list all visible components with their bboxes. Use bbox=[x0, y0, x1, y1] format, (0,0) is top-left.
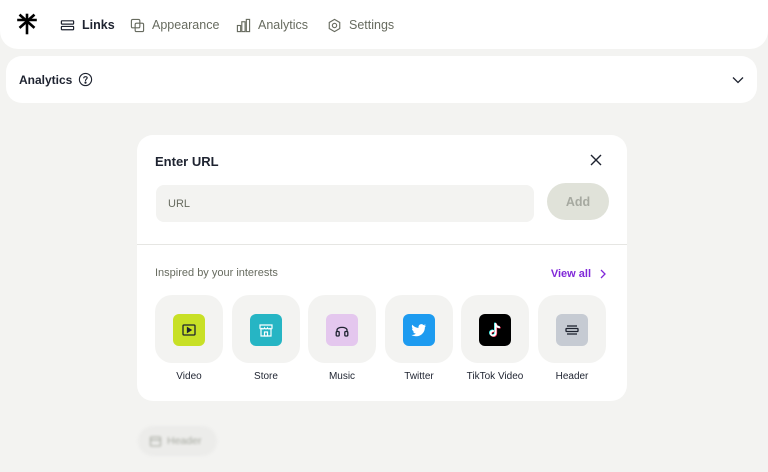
tile-tiktok-video[interactable]: TikTok Video bbox=[461, 295, 529, 382]
modal-title: Enter URL bbox=[155, 154, 219, 169]
links-icon bbox=[60, 19, 75, 30]
tile-video-label: Video bbox=[176, 371, 202, 382]
nav-analytics-label: Analytics bbox=[258, 18, 309, 32]
nav-settings-label: Settings bbox=[349, 18, 395, 32]
header-icon bbox=[556, 314, 588, 346]
tile-music-card[interactable] bbox=[308, 295, 376, 363]
view-all-link[interactable]: View all bbox=[551, 268, 608, 280]
appearance-icon bbox=[130, 18, 145, 32]
tile-store-label: Store bbox=[254, 371, 278, 382]
music-icon bbox=[326, 314, 358, 346]
url-input[interactable] bbox=[156, 185, 534, 222]
help-icon[interactable] bbox=[78, 72, 93, 87]
chevron-right-icon bbox=[600, 269, 606, 279]
store-icon bbox=[250, 314, 282, 346]
tile-header[interactable]: Header bbox=[538, 295, 606, 382]
analytics-icon bbox=[236, 18, 251, 32]
tile-tiktok-video-label: TikTok Video bbox=[466, 371, 524, 382]
analytics-panel[interactable]: Analytics bbox=[6, 56, 757, 103]
nav-links-label: Links bbox=[82, 18, 115, 32]
tile-header-label: Header bbox=[555, 371, 589, 382]
nav-appearance-label: Appearance bbox=[152, 18, 220, 32]
header-chip-label: Header bbox=[167, 435, 202, 447]
suggestions-heading: Inspired by your interests bbox=[155, 267, 278, 279]
twitter-icon bbox=[403, 314, 435, 346]
nav-appearance[interactable]: Appearance bbox=[130, 15, 219, 35]
nav-links[interactable]: Links bbox=[60, 15, 115, 35]
linktree-logo-icon[interactable] bbox=[16, 13, 38, 35]
tile-tiktok-video-card[interactable] bbox=[461, 295, 529, 363]
tile-twitter-card[interactable] bbox=[385, 295, 453, 363]
settings-icon bbox=[328, 18, 341, 32]
divider bbox=[137, 244, 627, 245]
tile-store-card[interactable] bbox=[232, 295, 300, 363]
add-link-modal: Enter URL Add Inspired by your interests… bbox=[137, 135, 627, 401]
tile-video[interactable]: Video bbox=[155, 295, 223, 382]
add-button[interactable]: Add bbox=[547, 183, 609, 220]
video-icon bbox=[173, 314, 205, 346]
tile-header-card[interactable] bbox=[538, 295, 606, 363]
analytics-panel-title: Analytics bbox=[19, 73, 73, 87]
nav-analytics[interactable]: Analytics bbox=[236, 15, 308, 35]
header-chip-background: Header bbox=[138, 426, 217, 456]
tile-store[interactable]: Store bbox=[232, 295, 300, 382]
chevron-down-icon[interactable] bbox=[731, 73, 745, 87]
tile-twitter[interactable]: Twitter bbox=[385, 295, 453, 382]
tile-twitter-label: Twitter bbox=[404, 371, 434, 382]
tile-music[interactable]: Music bbox=[308, 295, 376, 382]
tile-music-label: Music bbox=[328, 371, 356, 382]
header-chip-icon bbox=[149, 435, 162, 447]
top-navigation: Links Appearance Analytics Settings bbox=[0, 0, 768, 49]
tiktok-icon bbox=[479, 314, 511, 346]
nav-settings[interactable]: Settings bbox=[327, 15, 394, 35]
suggestion-tiles: Video Store Music Twitter TikTok Video H… bbox=[155, 295, 607, 390]
view-all-label: View all bbox=[550, 268, 591, 280]
tile-video-card[interactable] bbox=[155, 295, 223, 363]
close-icon[interactable] bbox=[589, 153, 603, 167]
